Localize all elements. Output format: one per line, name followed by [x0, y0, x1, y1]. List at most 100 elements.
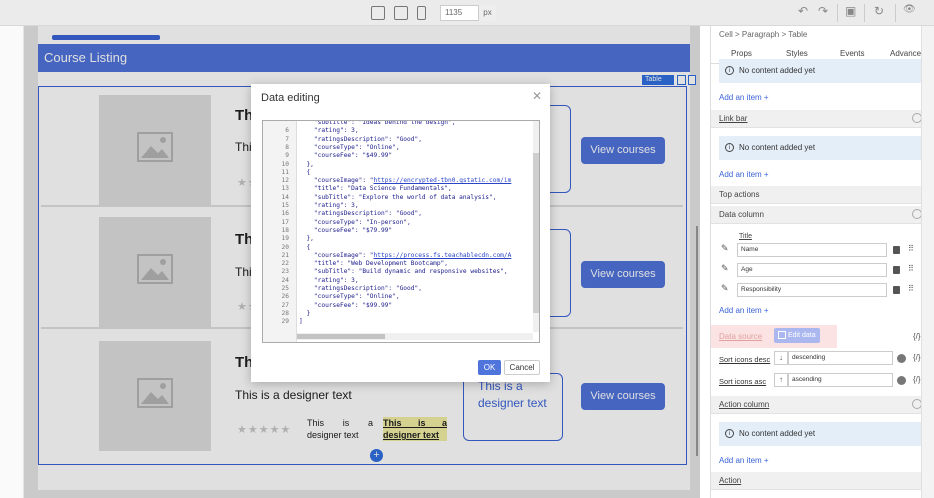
panel-scroll-edge[interactable] [921, 26, 934, 498]
line-number: 21 [281, 251, 289, 259]
column-responsibility-field[interactable]: Responsibility [737, 283, 887, 297]
code-line[interactable]: 23 "subTitle": "Build dynamic and respon… [263, 268, 537, 276]
arrow-down-icon[interactable]: ↓ [774, 351, 788, 365]
column-age-field[interactable]: Age [737, 263, 887, 277]
no-content-notice: i No content added yet [719, 59, 921, 83]
code-line[interactable]: 6 "rating": 3, [263, 127, 537, 135]
code-line[interactable]: "subtitle": "Ideas behind the design", [263, 121, 537, 127]
code-text: "ratingsDescription": "Good", [299, 135, 422, 143]
save-icon[interactable]: ▣ [845, 4, 856, 18]
add-item-link[interactable]: Add an item + [719, 93, 769, 102]
edit-data-button[interactable]: Edit data [774, 328, 820, 343]
code-line[interactable]: 21 "courseImage": "https://process.fs.te… [263, 252, 537, 260]
code-line[interactable]: 10 }, [263, 161, 537, 169]
tablet-view-icon[interactable] [394, 6, 408, 20]
add-item-link[interactable]: Add an item + [719, 456, 769, 465]
expression-toggle-icon[interactable]: {/} [913, 375, 921, 384]
desktop-view-icon[interactable] [371, 6, 385, 20]
close-icon[interactable]: ✕ [532, 89, 542, 103]
gear-icon[interactable] [912, 209, 921, 219]
clear-icon[interactable] [897, 354, 906, 363]
code-line[interactable]: 26 "courseType": "Online", [263, 293, 537, 301]
sort-asc-field[interactable]: ascending [788, 373, 893, 387]
preview-eye-icon[interactable]: 👁 [903, 4, 916, 15]
expression-toggle-icon[interactable]: {/} [913, 353, 921, 362]
no-content-notice: i No content added yet [719, 422, 921, 446]
section-action-column[interactable]: Action column [711, 396, 921, 414]
clear-icon[interactable] [897, 376, 906, 385]
line-number: 20 [281, 243, 289, 251]
column-name-field[interactable]: Name [737, 243, 887, 257]
code-url[interactable]: https://encrypted-tbn0.gstatic.com/im [374, 177, 512, 184]
mobile-view-icon[interactable] [417, 6, 426, 20]
breadcrumb[interactable]: Cell > Paragraph > Table [719, 30, 807, 39]
code-line[interactable]: 7 "ratingsDescription": "Good", [263, 136, 537, 144]
section-link-bar[interactable]: Link bar [711, 110, 921, 128]
drag-handle-icon[interactable]: ⠿ [908, 284, 914, 293]
code-line[interactable]: 8 "courseType": "Online", [263, 144, 537, 152]
properties-panel: Cell > Paragraph > Table Props Styles Ev… [710, 26, 921, 498]
code-text: "title": "Data Science Fundamentals", [299, 185, 452, 193]
code-line[interactable]: 28 } [263, 310, 537, 318]
code-url[interactable]: https://process.fs.teachablecdn.com/A [374, 252, 512, 259]
code-text: "rating": 3, [299, 127, 359, 135]
editor-horizontal-scroll-thumb[interactable] [297, 334, 385, 339]
drag-handle-icon[interactable]: ⠿ [908, 264, 914, 273]
undo-icon[interactable]: ↶ [798, 4, 808, 18]
reset-icon[interactable]: ↻ [874, 4, 884, 18]
code-text: "courseFee": "$99.99" [299, 301, 393, 309]
sort-icons-asc-label: Sort icons asc [719, 377, 767, 386]
trash-icon[interactable] [893, 286, 900, 294]
sort-desc-field[interactable]: descending [788, 351, 893, 365]
ok-button[interactable]: OK [478, 360, 501, 375]
code-line[interactable]: 18 "courseFee": "$79.99" [263, 227, 537, 235]
drag-handle-icon[interactable]: ⠿ [908, 244, 914, 253]
code-line[interactable]: 17 "courseType": "In-person", [263, 219, 537, 227]
edit-pencil-icon[interactable]: ✎ [721, 243, 729, 254]
section-action[interactable]: Action [711, 472, 921, 490]
code-line[interactable]: 22 "title": "Web Development Bootcamp", [263, 260, 537, 268]
code-line[interactable]: 11 { [263, 169, 537, 177]
code-line[interactable]: 15 "rating": 3, [263, 202, 537, 210]
tab-styles[interactable]: Styles [786, 49, 808, 58]
edit-pencil-icon[interactable]: ✎ [721, 283, 729, 294]
editor-vertical-scroll-thumb[interactable] [533, 153, 539, 313]
expression-toggle-icon[interactable]: {/} [913, 332, 921, 341]
code-line[interactable]: 27 "courseFee": "$99.99" [263, 302, 537, 310]
line-number: 28 [281, 309, 289, 317]
data-editing-dialog: Data editing ✕ "subtitle": "Ideas behind… [251, 84, 550, 382]
code-line[interactable]: 12 "courseImage": "https://encrypted-tbn… [263, 177, 537, 185]
arrow-up-icon[interactable]: ↑ [774, 373, 788, 387]
code-line[interactable]: 20 { [263, 244, 537, 252]
left-gutter [0, 26, 24, 498]
json-code-editor[interactable]: "subtitle": "Ideas behind the design", 6 … [262, 120, 540, 343]
code-line[interactable]: 9 "courseFee": "$49.99" [263, 152, 537, 160]
tab-events[interactable]: Events [840, 49, 864, 58]
code-line[interactable]: 13 "title": "Data Science Fundamentals", [263, 185, 537, 193]
add-item-link[interactable]: Add an item + [719, 170, 769, 179]
code-line[interactable]: 25 "ratingsDescription": "Good", [263, 285, 537, 293]
line-number: 24 [281, 276, 289, 284]
code-line[interactable]: 24 "rating": 3, [263, 277, 537, 285]
code-line[interactable]: 19 }, [263, 235, 537, 243]
section-data-column[interactable]: Data column [711, 206, 921, 224]
edit-pencil-icon[interactable]: ✎ [721, 263, 729, 274]
line-number: 9 [285, 152, 289, 160]
trash-icon[interactable] [893, 266, 900, 274]
toolbar-divider [837, 4, 838, 22]
code-line[interactable]: 14 "subTitle": "Explore the world of dat… [263, 194, 537, 202]
section-top-actions[interactable]: Top actions [711, 186, 921, 204]
tab-props[interactable]: Props [731, 49, 752, 58]
code-line[interactable]: 29] [263, 318, 537, 326]
code-text: "courseType": "In-person", [299, 218, 411, 226]
trash-icon[interactable] [893, 246, 900, 254]
add-item-link[interactable]: Add an item + [719, 306, 769, 315]
line-number: 16 [281, 210, 289, 218]
gear-icon[interactable] [912, 113, 921, 123]
code-line[interactable]: 16 "ratingsDescription": "Good", [263, 210, 537, 218]
redo-icon[interactable]: ↷ [818, 4, 828, 18]
code-text: }, [299, 160, 314, 168]
tab-advanced[interactable]: Advanced [890, 49, 921, 58]
cancel-button[interactable]: Cancel [504, 360, 540, 375]
gear-icon[interactable] [912, 399, 921, 409]
